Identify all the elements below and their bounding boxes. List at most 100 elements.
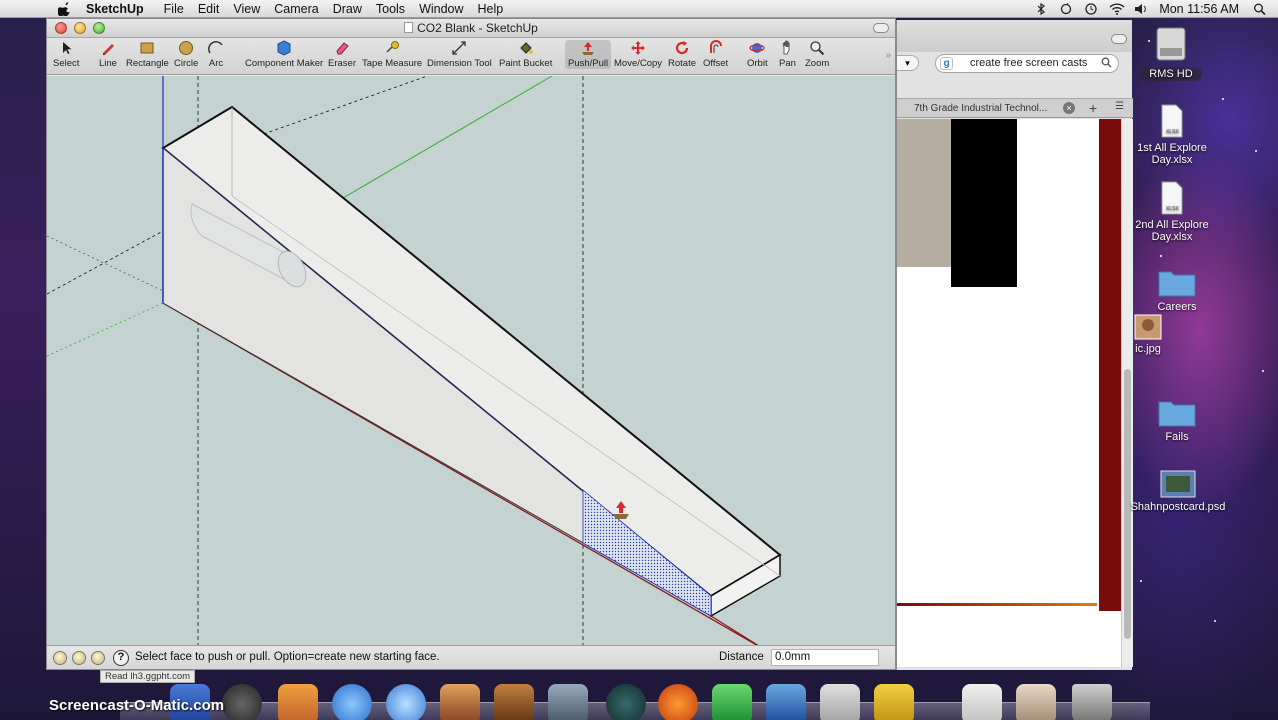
hand-icon [782,40,790,55]
address-dropdown-button[interactable]: ▾ [897,55,919,71]
minimize-window-button[interactable] [74,22,86,34]
dock-itunes-icon[interactable] [386,684,426,720]
sketchup-window: CO2 Blank - SketchUp Select Line Rectang… [46,18,896,670]
tool-orbit[interactable]: Orbit [747,40,768,69]
tool-tape-measure[interactable]: Tape Measure [362,40,422,69]
menu-edit[interactable]: Edit [198,2,220,16]
dock-trash-icon[interactable] [1072,684,1112,720]
bluetooth-icon[interactable] [1034,2,1048,16]
tool-zoom[interactable]: Zoom [805,40,829,69]
browser-search-field[interactable]: g create free screen casts [935,54,1119,73]
menu-draw[interactable]: Draw [333,2,362,16]
guide-line [47,235,164,292]
zoom-window-button[interactable] [93,22,105,34]
menu-window[interactable]: Window [419,2,463,16]
geo-location-icon[interactable] [53,651,67,665]
tool-dimension[interactable]: Dimension Tool [427,40,492,69]
search-magnifier-icon[interactable] [1101,57,1112,74]
tool-label: Zoom [805,58,830,69]
menu-view[interactable]: View [233,2,260,16]
tape-measure-icon [386,41,400,53]
dock-app-icon[interactable] [278,684,318,720]
tool-label: Pan [779,58,796,69]
menu-app-name[interactable]: SketchUp [86,2,144,16]
dock-preview-icon[interactable] [548,684,588,720]
magnifier-icon [810,41,825,56]
circle-icon [179,41,194,55]
new-tab-icon[interactable]: + [1089,100,1097,116]
menu-bar: SketchUp File Edit View Camera Draw Tool… [0,0,1278,18]
folder-icon [1158,401,1196,427]
dock-safari-icon[interactable] [332,684,372,720]
toolbar-overflow-icon[interactable]: » [885,50,891,61]
time-machine-icon[interactable] [1084,3,1098,15]
tool-pan[interactable]: Pan [779,40,796,69]
tool-rotate[interactable]: Rotate [668,40,696,69]
apple-menu-icon[interactable] [57,1,72,16]
tab-close-icon[interactable]: × [1063,102,1075,114]
distance-label: Distance [719,651,764,663]
sketchup-3d-viewport[interactable] [47,76,895,663]
star [1222,98,1224,100]
sketchup-toolbar: Select Line Rectangle Circle Arc Compone… [47,38,895,75]
desktop-icon-2nd-explore[interactable]: XLSX 2nd All Explore Day.xlsx [1132,180,1212,243]
dock-app-icon[interactable] [874,684,914,720]
tab-list-icon[interactable]: ☰ [1115,101,1124,112]
browser-tab-title[interactable]: 7th Grade Industrial Technol... [914,103,1064,114]
tool-line[interactable]: Line [99,40,117,69]
toolbar-toggle-button[interactable] [873,23,889,33]
tool-offset[interactable]: Offset [703,40,728,69]
spotlight-search-icon[interactable] [1253,3,1267,16]
desktop-icon-fails[interactable]: Fails [1150,396,1204,443]
desktop-icon-careers[interactable]: Careers [1150,266,1204,313]
tool-label: Line [99,58,117,69]
tool-paint-bucket[interactable]: Paint Bucket [499,40,552,69]
dock-firefox-icon[interactable] [658,684,698,720]
icon-label: ic.jpg [1135,343,1161,355]
tool-push-pull[interactable]: Push/Pull [565,40,612,69]
model-drawing [47,76,782,663]
credits-icon[interactable] [72,651,86,665]
wifi-icon[interactable] [1109,3,1125,15]
tool-label: Rotate [668,58,696,69]
dock-time-machine-icon[interactable] [606,684,646,720]
tool-arc[interactable]: Arc [208,40,224,69]
arc-icon [208,41,223,54]
sync-icon[interactable] [1059,3,1073,15]
tool-circle[interactable]: Circle [174,40,198,69]
dock-textedit-icon[interactable] [820,684,860,720]
menu-clock[interactable]: Mon 11:56 AM [1159,2,1239,16]
dock-skype-icon[interactable] [712,684,752,720]
tool-component-maker[interactable]: Component Maker [245,40,323,69]
tool-rectangle[interactable]: Rectangle [126,40,169,69]
tool-select[interactable]: Select [53,40,79,69]
distance-input[interactable]: 0.0mm [771,649,879,666]
google-icon: g [940,57,953,70]
browser-toolbar-toggle[interactable] [1111,34,1127,44]
desktop-icon-rms-hd[interactable]: RMS HD [1140,26,1202,81]
tool-label: Arc [208,58,224,69]
help-icon[interactable]: ? [113,650,129,666]
pencil-icon [102,44,114,55]
push-pull-icon [582,42,595,55]
desktop-icon-postcard-psd[interactable]: Shahnpostcard.psd [1128,470,1228,513]
dock-downloads-icon[interactable] [1016,684,1056,720]
dock-system-preferences-icon[interactable] [222,684,262,720]
tool-eraser[interactable]: Eraser [328,40,356,69]
tool-move-copy[interactable]: Move/Copy [614,40,662,69]
menu-tools[interactable]: Tools [376,2,405,16]
volume-icon[interactable] [1134,3,1148,15]
rotate-icon [675,41,689,55]
user-icon[interactable] [91,651,105,665]
menu-camera[interactable]: Camera [274,2,318,16]
star [1214,620,1216,622]
close-window-button[interactable] [55,22,67,34]
dock-word-icon[interactable] [766,684,806,720]
desktop-icon-pic-jpg[interactable]: ic.jpg [1130,314,1166,355]
dock-garageband-icon[interactable] [494,684,534,720]
dock-iphoto-icon[interactable] [440,684,480,720]
desktop-icon-1st-explore[interactable]: XLSX 1st All Explore Day.xlsx [1132,103,1212,166]
menu-help[interactable]: Help [478,2,504,16]
menu-file[interactable]: File [164,2,184,16]
dock-document-icon[interactable] [962,684,1002,720]
